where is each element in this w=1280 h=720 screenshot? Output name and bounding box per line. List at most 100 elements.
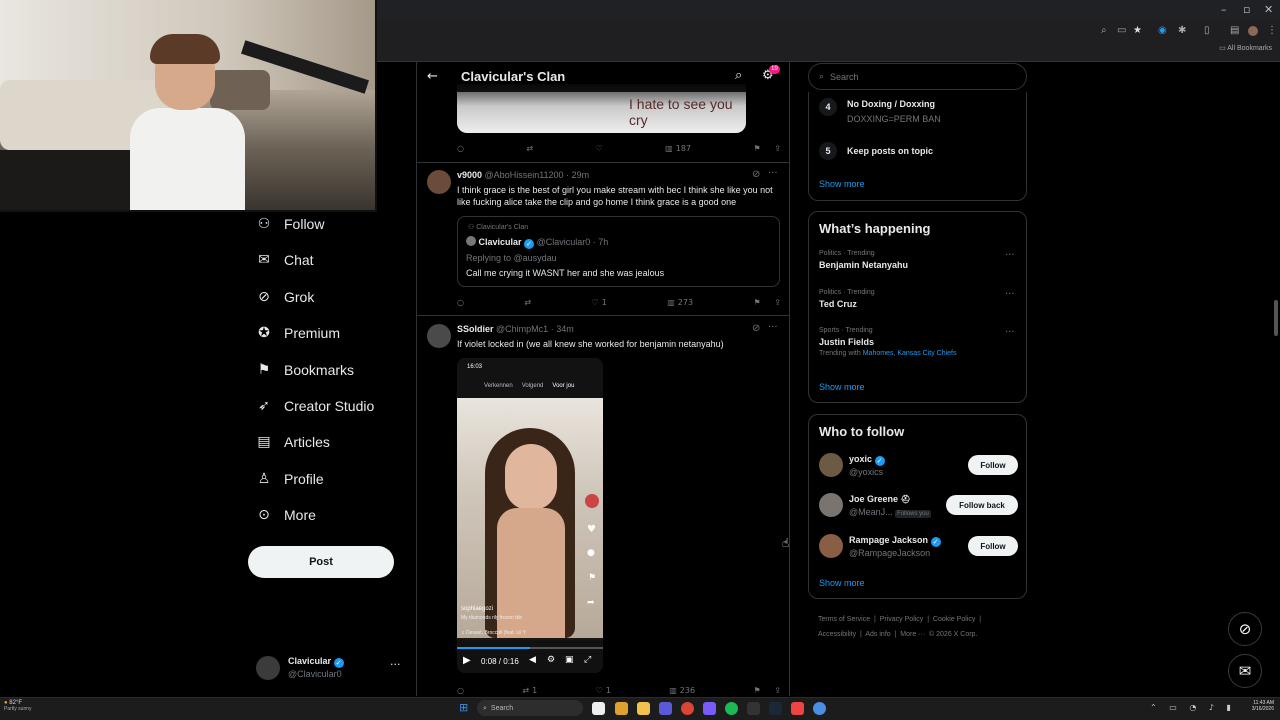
share-icon[interactable]: ⇪ [774, 298, 781, 307]
pip-icon[interactable]: ▣ [565, 655, 574, 665]
retweet-button[interactable]: ⇄ 1 [522, 683, 537, 696]
fullscreen-icon[interactable]: ⤢ [584, 655, 591, 665]
follow-suggestion-name[interactable]: yoxic [849, 454, 872, 464]
footer-more-link[interactable]: More ··· [900, 631, 925, 638]
follow-suggestion-name[interactable]: Joe Greene [849, 494, 898, 504]
reply-icon[interactable]: ○ [457, 683, 464, 696]
avatar[interactable] [819, 493, 843, 517]
discord-icon[interactable] [703, 702, 716, 715]
terminal-icon[interactable] [747, 702, 760, 715]
search-icon[interactable]: ⌕ [735, 68, 742, 83]
grok-icon[interactable]: ⊘ [752, 169, 760, 180]
retweet-icon[interactable]: ⇄ [524, 295, 531, 309]
footer-link[interactable]: Ads info [865, 631, 890, 638]
tweet-more-icon[interactable]: ··· [768, 168, 778, 179]
reply-icon[interactable]: ○ [457, 295, 464, 309]
extension-icon[interactable]: ◉ [1158, 25, 1167, 36]
system-tray[interactable]: ⌃ ▭ ◔ ♪ ▮ [1150, 703, 1236, 712]
bookmark-icon[interactable]: ⚑ [753, 144, 760, 153]
like-icon[interactable]: ♡ [596, 141, 603, 155]
views-button[interactable]: ▥ 273 [667, 295, 693, 309]
trend-more-icon[interactable]: ··· [1005, 327, 1015, 338]
grok-icon[interactable]: ⊘ [752, 323, 760, 334]
trend-item[interactable]: Sports · Trending Justin Fields Trending… [819, 327, 956, 357]
nav-more[interactable]: ⊙ More [256, 503, 316, 527]
puzzle-icon[interactable]: ✱ [1178, 25, 1186, 36]
back-arrow-icon[interactable]: ← [427, 69, 438, 84]
volume-icon[interactable]: ◀ [529, 655, 536, 665]
trend-item[interactable]: Politics · Trending Ted Cruz [819, 289, 875, 309]
tab-search-icon[interactable]: ▤ [1230, 25, 1239, 36]
trend-more-icon[interactable]: ··· [1005, 289, 1015, 300]
cast-icon[interactable]: ▭ [1117, 25, 1126, 36]
bookmark-icon[interactable]: ⚑ [753, 298, 760, 307]
retweet-icon[interactable]: ⇄ [526, 141, 533, 155]
browser-profile-avatar[interactable] [1248, 26, 1258, 36]
nav-follow[interactable]: ⚇ Follow [256, 212, 325, 236]
account-switcher[interactable]: Clavicular ✓ @Clavicular0 ··· [256, 654, 406, 684]
show-more-link[interactable]: Show more [819, 382, 865, 392]
clock[interactable]: 11:43 AM 3/16/2026 [1244, 700, 1274, 712]
chrome-app-icon[interactable] [615, 702, 628, 715]
all-bookmarks[interactable]: ▭ All Bookmarks [1219, 44, 1272, 52]
weather-widget[interactable]: ● 82°F Partly sunny [4, 700, 64, 712]
follow-button[interactable]: Follow [968, 536, 1018, 556]
trend-related-links[interactable]: Mahomes, Kansas City Chiefs [863, 350, 957, 357]
taskbar-search[interactable]: ⌕ Search [477, 700, 583, 716]
nav-articles[interactable]: ▤ Articles [256, 430, 330, 454]
footer-link[interactable]: Cookie Policy [933, 616, 975, 623]
tweet-more-icon[interactable]: ··· [768, 322, 778, 333]
steam-icon[interactable] [769, 702, 782, 715]
tweet-author-name[interactable]: v9000 [457, 170, 482, 180]
nav-bookmarks[interactable]: ⚑ Bookmarks [256, 358, 354, 382]
spotify-icon[interactable] [725, 702, 738, 715]
maximize-icon[interactable]: ▫ [1243, 3, 1250, 16]
trend-more-icon[interactable]: ··· [1005, 250, 1015, 261]
follow-suggestion-name[interactable]: Rampage Jackson [849, 535, 928, 545]
nav-chat[interactable]: ✉ Chat [256, 248, 313, 272]
trend-item[interactable]: Politics · Trending Benjamin Netanyahu [819, 250, 908, 270]
star-icon[interactable]: ★ [1133, 25, 1142, 36]
search-input[interactable]: ⌕ Search [808, 63, 1027, 90]
account-more-icon[interactable]: ··· [390, 658, 401, 671]
app-icon[interactable] [659, 702, 672, 715]
share-icon[interactable]: ⇪ [774, 144, 781, 153]
follow-button[interactable]: Follow [968, 455, 1018, 475]
avatar[interactable] [819, 534, 843, 558]
settings-icon[interactable]: ⚙ [547, 655, 555, 665]
app-icon[interactable] [791, 702, 804, 715]
views-button[interactable]: ▥ 236 [669, 683, 695, 696]
app-icon[interactable] [813, 702, 826, 715]
browser-menu-icon[interactable]: ⋮ [1267, 25, 1277, 36]
footer-link[interactable]: Privacy Policy [880, 616, 924, 623]
browser-app-icon[interactable] [681, 702, 694, 715]
like-button[interactable]: ♡ 1 [592, 295, 607, 309]
footer-link[interactable]: Terms of Service [818, 616, 870, 623]
zoom-icon[interactable]: ⌕ [1101, 25, 1107, 36]
follow-back-button[interactable]: Follow back [946, 495, 1018, 515]
nav-grok[interactable]: ⊘ Grok [256, 285, 314, 309]
nav-premium[interactable]: ✪ Premium [256, 321, 340, 345]
post-button[interactable]: Post [248, 546, 394, 578]
like-button[interactable]: ♡ 1 [596, 683, 611, 696]
avatar[interactable] [427, 324, 451, 348]
play-icon[interactable]: ▶ [463, 655, 471, 666]
footer-link[interactable]: Accessibility [818, 631, 856, 638]
file-explorer-icon[interactable] [637, 702, 650, 715]
minimize-icon[interactable]: – [1221, 3, 1227, 16]
close-icon[interactable]: ✕ [1264, 3, 1273, 16]
messages-float-icon[interactable]: ✉ [1228, 654, 1262, 688]
bookmark-icon[interactable]: ⚑ [753, 686, 760, 695]
nav-profile[interactable]: ♙ Profile [256, 467, 324, 491]
avatar[interactable] [427, 170, 451, 194]
windows-start-icon[interactable]: ⊞ [459, 701, 468, 714]
tweet-video[interactable]: 16:03 Verkennen Volgend Voor jou ♥ ● ⚑ ➦… [457, 358, 603, 673]
reply-icon[interactable]: ○ [457, 141, 464, 155]
nav-creator-studio[interactable]: ➶ Creator Studio [256, 394, 374, 418]
video-progress-bar[interactable] [457, 647, 603, 649]
quote-tweet[interactable]: ⚇ Clavicular's Clan Clavicular ✓ @Clavic… [457, 216, 780, 287]
avatar[interactable] [819, 453, 843, 477]
page-scrollbar[interactable] [1274, 300, 1278, 336]
task-view-icon[interactable] [592, 702, 605, 715]
share-icon[interactable]: ⇪ [774, 686, 781, 695]
